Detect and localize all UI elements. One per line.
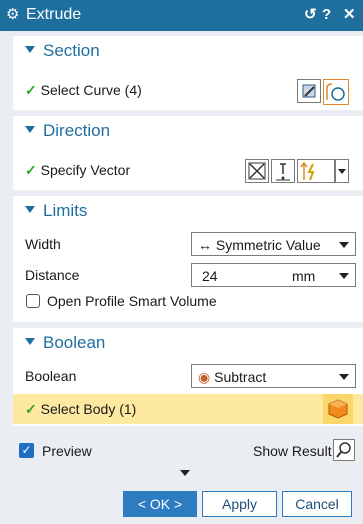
magnifier-icon	[336, 442, 351, 458]
direction-header[interactable]: Direction	[13, 116, 363, 146]
gear-icon[interactable]: ⚙	[6, 6, 19, 24]
specify-vector-label: Specify Vector	[40, 162, 131, 178]
limits-heading: Limits	[43, 201, 88, 220]
solid-body-icon	[328, 399, 348, 419]
symmetric-icon: ↔	[198, 237, 216, 253]
limits-header[interactable]: Limits	[13, 196, 363, 226]
vector-dialog-button[interactable]	[271, 159, 295, 183]
open-profile-label: Open Profile Smart Volume	[47, 293, 217, 309]
distance-label: Distance	[25, 267, 80, 283]
preview-label: Preview	[42, 443, 92, 459]
help-icon[interactable]: ?	[322, 5, 331, 25]
width-label: Width	[25, 236, 61, 252]
collapse-triangle-icon	[25, 338, 35, 345]
show-result-button[interactable]	[333, 439, 355, 461]
boolean-label: Boolean	[25, 368, 77, 384]
collapse-triangle-icon	[25, 46, 35, 53]
select-body-text: ✓ Select Body (1)	[25, 400, 136, 418]
ok-button[interactable]: < OK >	[123, 491, 197, 517]
chevron-down-icon	[339, 242, 349, 248]
window-title: Extrude	[26, 6, 82, 23]
vector-dialog-icon	[276, 163, 290, 181]
apply-button[interactable]: Apply	[202, 491, 277, 517]
section-heading: Section	[43, 41, 100, 60]
select-body-label: Select Body (1)	[40, 401, 137, 417]
cancel-button[interactable]: Cancel	[282, 491, 352, 517]
curve-icon	[326, 83, 345, 101]
title-bar: ⚙ Extrude ↺ ? ✕	[0, 0, 363, 31]
distance-value[interactable]: 24	[202, 267, 218, 285]
reset-icon[interactable]: ↺	[304, 5, 317, 25]
boolean-value: ◉ Subtract	[198, 369, 267, 385]
width-dropdown[interactable]: ↔ Symmetric Value	[191, 232, 356, 256]
expand-more-icon[interactable]	[180, 470, 190, 476]
sketch-section-button[interactable]	[297, 79, 321, 103]
limits-group: Limits Width ↔ Symmetric Value Distance …	[13, 196, 363, 322]
close-icon[interactable]: ✕	[343, 5, 356, 25]
check-icon: ✓	[25, 162, 37, 178]
distance-field[interactable]: 24 mm	[191, 263, 356, 287]
chevron-down-icon	[339, 374, 349, 380]
distance-unit: mm	[292, 268, 316, 284]
direction-heading: Direction	[43, 121, 111, 140]
reverse-direction-button[interactable]	[245, 159, 269, 183]
select-body-row[interactable]: ✓ Select Body (1)	[13, 394, 363, 424]
show-result-label: Show Result	[253, 443, 332, 459]
solid-body-button[interactable]	[323, 394, 353, 424]
sketch-icon	[302, 84, 316, 98]
boolean-dropdown[interactable]: ◉ Subtract	[191, 364, 356, 388]
check-icon: ✓	[25, 401, 37, 417]
preview-checkbox[interactable]: ✓	[19, 443, 34, 458]
curve-button[interactable]	[323, 79, 349, 105]
section-header[interactable]: Section	[13, 36, 363, 66]
direction-group: Direction ✓ Specify Vector	[13, 116, 363, 190]
vector-dropdown-button[interactable]	[335, 159, 349, 183]
chevron-down-icon	[339, 273, 349, 279]
select-curve-row[interactable]: ✓ Select Curve (4)	[25, 81, 142, 99]
boolean-heading: Boolean	[43, 333, 106, 352]
reverse-direction-icon	[248, 162, 266, 180]
select-curve-label: Select Curve (4)	[40, 82, 142, 98]
section-group: Section ✓ Select Curve (4)	[13, 36, 363, 110]
chevron-down-icon	[338, 169, 346, 174]
width-value: ↔ Symmetric Value	[198, 237, 321, 253]
vector-inference-icon	[300, 161, 315, 181]
subtract-icon: ◉	[198, 369, 215, 385]
vector-inference-button[interactable]	[297, 159, 335, 183]
collapse-triangle-icon	[25, 206, 35, 213]
check-icon: ✓	[25, 82, 37, 98]
specify-vector-row[interactable]: ✓ Specify Vector	[25, 161, 130, 179]
open-profile-checkbox[interactable]	[26, 294, 40, 308]
boolean-header[interactable]: Boolean	[13, 328, 363, 358]
collapse-triangle-icon	[25, 126, 35, 133]
boolean-group: Boolean Boolean ◉ Subtract ✓ Select Body…	[13, 328, 363, 426]
